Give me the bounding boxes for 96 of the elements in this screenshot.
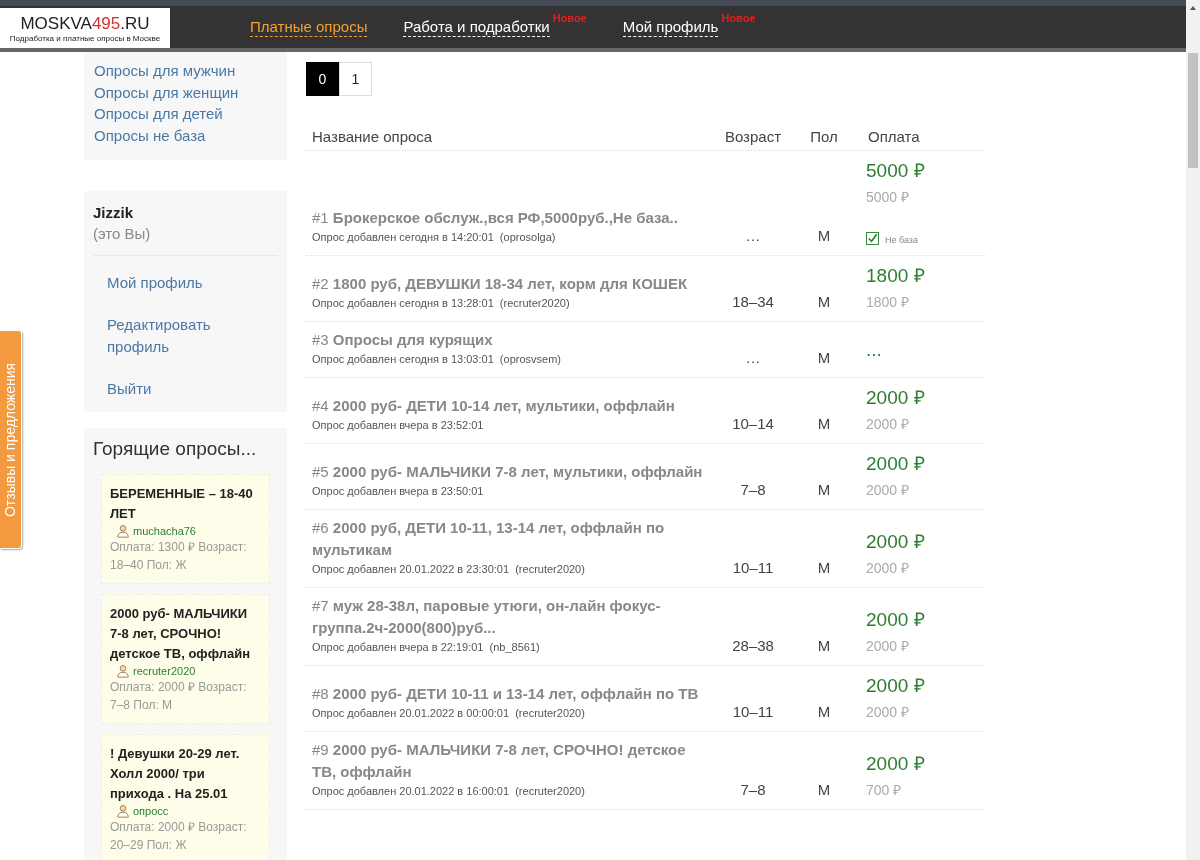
base-price: 2000 ₽: [866, 559, 910, 577]
survey-title[interactable]: #2 1800 руб, ДЕВУШКИ 18-34 лет, корм для КОШЕК: [312, 273, 710, 295]
hot-survey-card[interactable]: 2000 руб- МАЛЬЧИКИ 7-8 лет, СРОЧНО! детское ТВ, оффлайн recruter2020 Оплата: 2000 ₽ Возраст: 7–8 Пол: М: [101, 594, 270, 724]
column-header: Название опроса: [311, 127, 434, 145]
survey-title[interactable]: #7 муж 28-38л, паровые утюги, он-лайн фокус-группа.2ч-2000(800)руб...: [312, 595, 710, 639]
page-button[interactable]: 1: [339, 62, 372, 96]
gender: М: [816, 703, 832, 721]
column-header: Возраст: [723, 127, 783, 145]
survey-title[interactable]: #8 2000 руб- ДЕТИ 10-11 и 13-14 лет, оффлайн по ТВ: [312, 683, 710, 705]
survey-details: Оплата: 2000 ₽ Возраст: 7–8 Пол: М: [110, 679, 248, 714]
user-icon: [116, 804, 130, 818]
new-label: Новое: [552, 11, 587, 24]
hot-survey-card[interactable]: БЕРЕМЕННЫЕ – 18-40 ЛЕТ muchacha76 Оплата: 1300 ₽ Возраст: 18–40 Пол: Ж: [101, 474, 270, 584]
gender: М: [816, 781, 832, 799]
site-logo[interactable]: MOSKVA495.RU Подработка и платные опросы в Москве: [0, 8, 170, 48]
column-header: Пол: [809, 127, 839, 145]
survey-title[interactable]: #6 2000 руб, ДЕТИ 10-11, 13-14 лет, оффлайн по мультикам: [312, 517, 710, 561]
author-name[interactable]: muchacha76: [133, 525, 196, 537]
survey-title: 2000 руб- МАЛЬЧИКИ 7-8 лет, СРОЧНО! детское ТВ, оффлайн: [110, 605, 252, 663]
survey-meta: Опрос добавлен вчера в 23:50:01: [312, 484, 485, 499]
age-range: 7–8: [739, 781, 767, 799]
gender: М: [816, 349, 832, 367]
survey-meta: Опрос добавлен сегодня в 13:28:01 (recruter2020): [312, 296, 571, 311]
price: 2000 ₽: [866, 752, 925, 776]
gender: М: [816, 415, 832, 433]
category-link[interactable]: Опросы не база: [94, 124, 277, 146]
age-range: 7–8: [739, 481, 767, 499]
nav-link[interactable]: Платные опросы: [250, 17, 368, 37]
gender: М: [816, 559, 832, 577]
age-range: 10–11: [731, 559, 775, 577]
base-price: 1800 ₽: [866, 293, 910, 311]
profile-link[interactable]: Мой профиль: [107, 272, 264, 294]
age-range: 28–38: [731, 637, 775, 655]
hot-survey-card[interactable]: ! Девушки 20-29 лет. Холл 2000/ три прихода . На 25.01 опросс Оплата: 2000 ₽ Возраст: 20–29 Пол: Ж: [101, 734, 270, 860]
new-label: Новое: [721, 11, 756, 24]
gender: М: [816, 293, 832, 311]
survey-meta: Опрос добавлен сегодня в 13:03:01 (oprosvsem): [312, 352, 562, 367]
survey-title[interactable]: #4 2000 руб- ДЕТИ 10-14 лет, мультики, оффлайн: [312, 395, 710, 417]
scrollbar[interactable]: [1186, 0, 1200, 860]
survey-meta: Опрос добавлен вчера в 22:19:01 (nb_8561): [312, 640, 541, 655]
survey-details: Оплата: 2000 ₽ Возраст: 20–29 Пол: Ж: [110, 819, 248, 854]
survey-meta: Опрос добавлен вчера в 23:52:01: [312, 418, 485, 433]
age-range: …: [744, 349, 762, 367]
age-range: 10–11: [731, 703, 775, 721]
survey-meta: Опрос добавлен 20.01.2022 в 16:00:01 (recruter2020): [312, 784, 586, 799]
logo-title: MOSKVA495.RU: [20, 13, 150, 34]
base-price: 2000 ₽: [866, 703, 910, 721]
age-range: 18–34: [731, 293, 775, 311]
base-price: 2000 ₽: [866, 481, 910, 499]
age-range: 10–14: [731, 415, 775, 433]
gender: М: [816, 637, 832, 655]
survey-meta: Опрос добавлен сегодня в 14:20:01 (oprosolga): [312, 230, 557, 245]
base-price: 5000 ₽: [866, 188, 910, 206]
survey-title[interactable]: #3 Опросы для курящих: [312, 329, 710, 351]
survey-title[interactable]: #9 2000 руб- МАЛЬЧИКИ 7-8 лет, СРОЧНО! детское ТВ, оффлайн: [312, 739, 710, 783]
price: ...: [866, 338, 882, 362]
feedback-tab[interactable]: Отзывы и предложения: [0, 330, 22, 549]
base-price: 2000 ₽: [866, 415, 910, 433]
survey-title: БЕРЕМЕННЫЕ – 18-40 ЛЕТ: [110, 485, 254, 523]
scrollbar-thumb[interactable]: [1188, 53, 1198, 168]
price: 2000 ₽: [866, 452, 925, 476]
price: 5000 ₽: [866, 159, 925, 183]
panel-title: Горящие опросы...: [93, 438, 258, 460]
logo-tagline: Подработка и платные опросы в Москве: [9, 33, 161, 43]
price: 1800 ₽: [866, 264, 925, 288]
author-name[interactable]: recruter2020: [133, 665, 196, 677]
not-base-label: Не база: [885, 235, 918, 245]
survey-title[interactable]: #5 2000 руб- МАЛЬЧИКИ 7-8 лет, мультики, оффлайн: [312, 461, 710, 483]
user-note: (это Вы): [93, 223, 278, 256]
category-link[interactable]: Опросы для детей: [94, 103, 277, 125]
profile-link[interactable]: Редактировать профиль: [107, 314, 264, 358]
gender: М: [816, 227, 832, 245]
base-price: 2000 ₽: [866, 637, 910, 655]
category-link[interactable]: Опросы для женщин: [94, 81, 277, 103]
survey-details: Оплата: 1300 ₽ Возраст: 18–40 Пол: Ж: [110, 539, 248, 574]
page-button[interactable]: 0: [306, 62, 339, 96]
survey-title: ! Девушки 20-29 лет. Холл 2000/ три прихода . На 25.01: [110, 745, 241, 803]
user-name: Jizzik: [93, 203, 135, 223]
nav-link[interactable]: Мой профиль: [622, 17, 719, 37]
column-header: Оплата: [867, 127, 921, 145]
author-name[interactable]: опросс: [133, 805, 169, 817]
price: 2000 ₽: [866, 674, 925, 698]
profile-link[interactable]: Выйти: [107, 378, 264, 400]
price: 2000 ₽: [866, 386, 925, 410]
nav-link[interactable]: Работа и подработки: [403, 17, 550, 37]
survey-title[interactable]: #1 Брокерское обслуж.,вся РФ,5000руб.,Не база..: [312, 207, 710, 229]
price: 2000 ₽: [866, 608, 925, 632]
price: 2000 ₽: [866, 530, 925, 554]
age-range: …: [744, 227, 762, 245]
survey-meta: Опрос добавлен 20.01.2022 в 00:00:01 (recruter2020): [312, 706, 586, 721]
user-icon: [116, 524, 130, 538]
gender: М: [816, 481, 832, 499]
user-icon: [116, 664, 130, 678]
category-link[interactable]: Опросы для мужчин: [94, 60, 277, 82]
base-price: 700 ₽: [866, 781, 902, 799]
survey-meta: Опрос добавлен 20.01.2022 в 23:30:01 (recruter2020): [312, 562, 586, 577]
